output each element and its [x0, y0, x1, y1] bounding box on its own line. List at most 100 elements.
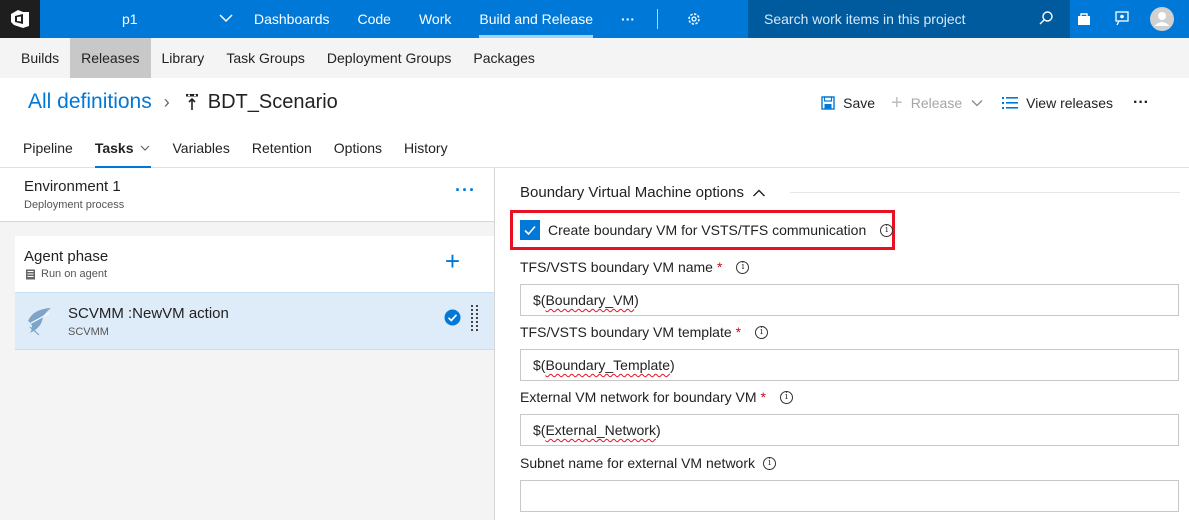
boundary-vm-template-input[interactable]: $(Boundary_Template) — [520, 349, 1179, 381]
definition-name: BDT_Scenario — [207, 90, 338, 113]
tab-variables[interactable]: Variables — [162, 136, 241, 160]
nav-build-and-release[interactable]: Build and Release — [465, 0, 607, 38]
phase-title: Agent phase — [24, 248, 109, 265]
tab-history[interactable]: History — [393, 136, 459, 160]
value-word: Boundary_Template — [545, 357, 670, 373]
boundary-vm-checkbox-row[interactable]: Create boundary VM for VSTS/TFS communic… — [520, 220, 894, 240]
required-marker: * — [716, 259, 723, 275]
field-label-text: Subnet name for external VM network — [520, 455, 756, 471]
scvmm-icon — [28, 308, 51, 336]
task-settings-panel: Boundary Virtual Machine options Create … — [496, 168, 1189, 520]
hub-deployment-groups[interactable]: Deployment Groups — [316, 38, 463, 78]
field-label-text: TFS/VSTS boundary VM template — [520, 324, 732, 340]
user-avatar-icon[interactable] — [1150, 0, 1174, 38]
value-word: Boundary_VM — [545, 292, 635, 308]
external-vm-network-input[interactable]: $(External_Network) — [520, 414, 1179, 446]
check-circle-icon — [444, 309, 461, 326]
hub-nav: Builds Releases Library Task Groups Depl… — [0, 38, 1189, 78]
release-definition-icon — [185, 94, 198, 110]
required-marker: * — [735, 324, 742, 340]
field-boundary-vm-name: TFS/VSTS boundary VM name * i $(Boundary… — [520, 258, 1179, 316]
value-suffix: ) — [669, 357, 675, 373]
search-placeholder: Search work items in this project — [764, 11, 966, 27]
info-icon[interactable]: i — [736, 260, 750, 274]
info-icon[interactable]: i — [763, 456, 777, 470]
plus-icon: + — [891, 92, 903, 114]
field-label-text: External VM network for boundary VM — [520, 389, 757, 405]
field-boundary-vm-template: TFS/VSTS boundary VM template * i $(Boun… — [520, 323, 1179, 381]
info-icon[interactable]: i — [755, 325, 769, 339]
more-actions-button[interactable]: ··· — [1133, 94, 1149, 112]
value-prefix: $( — [533, 422, 546, 438]
main-nav: Dashboards Code Work Build and Release ·… — [240, 0, 714, 38]
checkmark-icon — [524, 225, 536, 236]
value-suffix: ) — [655, 422, 661, 438]
chevron-up-icon — [753, 189, 766, 196]
vsts-logo-icon[interactable] — [0, 0, 40, 38]
value-prefix: $( — [533, 292, 546, 308]
environment-header[interactable]: Environment 1 Deployment process ··· — [0, 168, 494, 222]
task-title: SCVMM :NewVM action — [68, 305, 229, 322]
definition-header: All definitions › BDT_Scenario Save + Re… — [0, 78, 1189, 168]
release-label: Release — [910, 95, 963, 111]
chevron-down-icon — [219, 14, 233, 23]
hub-builds[interactable]: Builds — [10, 38, 70, 78]
task-row-scvmm[interactable]: SCVMM :NewVM action SCVMM — [15, 292, 494, 350]
all-definitions-link[interactable]: All definitions — [28, 90, 152, 114]
tab-options[interactable]: Options — [323, 136, 393, 160]
value-word: External_Network — [545, 422, 656, 438]
process-panel: Environment 1 Deployment process ··· Age… — [0, 168, 495, 520]
environment-more-button[interactable]: ··· — [455, 180, 476, 201]
field-external-vm-network: External VM network for boundary VM * i … — [520, 388, 1179, 446]
tab-retention[interactable]: Retention — [241, 136, 323, 160]
section-title: Boundary Virtual Machine options — [520, 184, 745, 201]
view-releases-label: View releases — [1026, 95, 1114, 111]
task-subtitle: SCVMM — [68, 326, 109, 338]
value-suffix: ) — [634, 292, 639, 308]
save-button[interactable]: Save — [821, 95, 875, 111]
hub-task-groups[interactable]: Task Groups — [215, 38, 316, 78]
drag-handle-icon[interactable] — [471, 305, 479, 335]
top-navigation-bar: p1 Dashboards Code Work Build and Releas… — [0, 0, 1189, 38]
marketplace-bag-icon[interactable] — [1076, 0, 1092, 38]
view-releases-button[interactable]: View releases — [1002, 95, 1113, 111]
breadcrumb: All definitions › BDT_Scenario — [28, 90, 338, 114]
feedback-icon[interactable] — [1113, 0, 1131, 38]
nav-work[interactable]: Work — [405, 0, 465, 38]
section-divider — [790, 192, 1180, 193]
environment-title: Environment 1 — [24, 178, 121, 195]
hub-releases[interactable]: Releases — [70, 38, 151, 78]
field-label: Subnet name for external VM network i — [520, 454, 1179, 472]
release-button[interactable]: + Release — [891, 92, 984, 114]
field-label: TFS/VSTS boundary VM name * i — [520, 258, 1179, 276]
project-name: p1 — [122, 11, 138, 27]
server-icon — [26, 269, 35, 280]
add-task-button[interactable]: + — [445, 248, 460, 274]
header-actions: Save + Release View releases ··· — [805, 92, 1149, 114]
section-header[interactable]: Boundary Virtual Machine options — [520, 184, 766, 201]
subnet-name-input[interactable] — [520, 480, 1179, 512]
agent-phase[interactable]: Agent phase Run on agent + — [15, 236, 494, 292]
required-marker: * — [760, 389, 766, 405]
info-icon[interactable]: i — [780, 390, 793, 404]
nav-more-button[interactable]: ··· — [607, 0, 649, 38]
hub-packages[interactable]: Packages — [462, 38, 545, 78]
hub-library[interactable]: Library — [151, 38, 216, 78]
info-icon[interactable]: i — [880, 223, 894, 237]
search-input[interactable]: Search work items in this project — [748, 0, 1070, 38]
chevron-right-icon: › — [163, 91, 170, 112]
environment-subtitle: Deployment process — [24, 199, 125, 211]
boundary-vm-name-input[interactable]: $(Boundary_VM) — [520, 284, 1179, 316]
project-selector[interactable]: p1 — [40, 0, 240, 38]
checkbox-label: Create boundary VM for VSTS/TFS communic… — [548, 222, 867, 238]
list-icon — [1002, 97, 1019, 109]
nav-code[interactable]: Code — [344, 0, 405, 38]
nav-dashboards[interactable]: Dashboards — [240, 0, 344, 38]
boundary-vm-checkbox[interactable] — [520, 220, 540, 240]
save-label: Save — [843, 95, 876, 111]
tab-pipeline[interactable]: Pipeline — [12, 136, 84, 160]
gear-icon[interactable] — [674, 11, 714, 27]
search-icon[interactable] — [1038, 10, 1054, 26]
field-label: TFS/VSTS boundary VM template * i — [520, 323, 1179, 341]
tab-tasks[interactable]: Tasks — [84, 136, 162, 168]
